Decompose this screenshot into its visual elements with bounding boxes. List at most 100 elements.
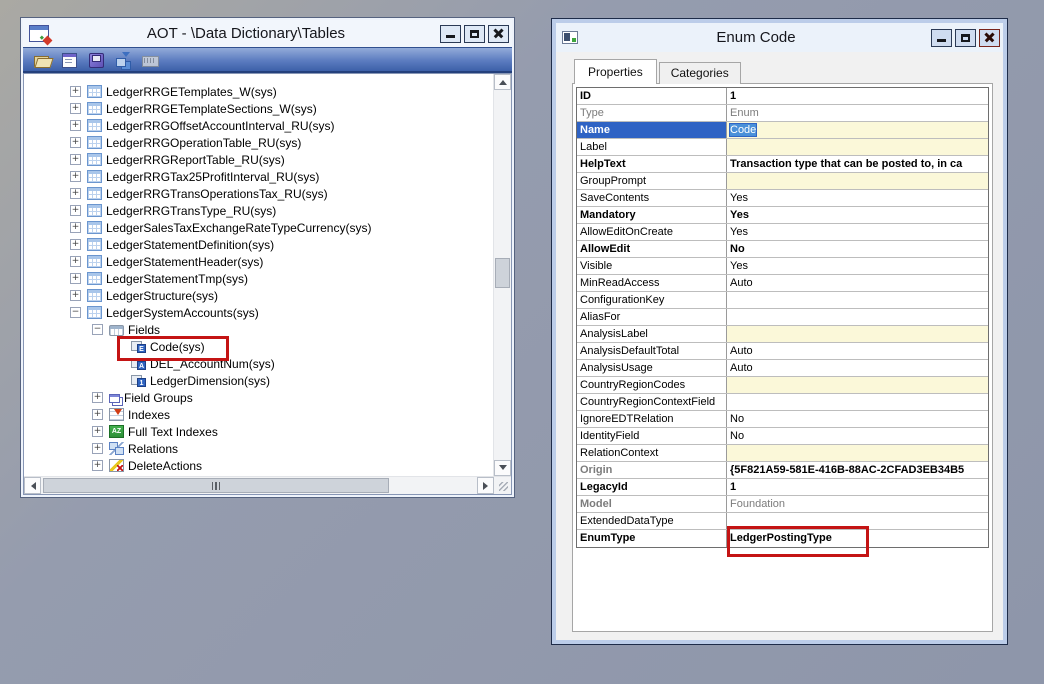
property-name[interactable]: IdentityField <box>577 428 727 444</box>
tree-item[interactable]: LedgerStatementTmp(sys) <box>24 270 493 287</box>
expander-minus-icon[interactable] <box>70 307 81 318</box>
property-row[interactable]: AllowEdit No <box>577 241 988 258</box>
property-name[interactable]: Type <box>577 105 727 121</box>
property-row[interactable]: RelationContext <box>577 445 988 462</box>
property-row[interactable]: IdentityField No <box>577 428 988 445</box>
expander-minus-icon[interactable] <box>92 324 103 335</box>
expander-plus-icon[interactable] <box>92 409 103 420</box>
property-value[interactable]: Auto <box>727 275 988 291</box>
property-row[interactable]: Name Code <box>577 122 988 139</box>
property-value[interactable]: Auto <box>727 360 988 376</box>
property-row[interactable]: Visible Yes <box>577 258 988 275</box>
tree-item[interactable]: DeleteActions <box>24 457 493 474</box>
property-name[interactable]: AnalysisDefaultTotal <box>577 343 727 359</box>
close-button[interactable] <box>979 29 1000 47</box>
tree-item[interactable]: LedgerRRGOperationTable_RU(sys) <box>24 134 493 151</box>
scroll-up-button[interactable] <box>494 74 511 90</box>
expander-plus-icon[interactable] <box>70 222 81 233</box>
property-value[interactable]: Yes <box>727 190 988 206</box>
tree-item[interactable]: LedgerRRGETemplateSections_W(sys) <box>24 100 493 117</box>
property-value[interactable]: No <box>727 428 988 444</box>
property-row[interactable]: GroupPrompt <box>577 173 988 190</box>
property-row[interactable]: Type Enum <box>577 105 988 122</box>
property-row[interactable]: SaveContents Yes <box>577 190 988 207</box>
property-row[interactable]: HelpText Transaction type that can be po… <box>577 156 988 173</box>
tree-item[interactable]: LedgerStatementDefinition(sys) <box>24 236 493 253</box>
property-name[interactable]: SaveContents <box>577 190 727 206</box>
property-value[interactable] <box>727 394 988 410</box>
property-value[interactable] <box>727 309 988 325</box>
property-name[interactable]: ExtendedDataType <box>577 513 727 529</box>
tree-item[interactable]: LedgerStructure(sys) <box>24 287 493 304</box>
tree-item[interactable]: DEL_AccountNum(sys) <box>24 355 493 372</box>
expander-plus-icon[interactable] <box>70 188 81 199</box>
expander-plus-icon[interactable] <box>70 290 81 301</box>
property-value[interactable]: Yes <box>727 207 988 223</box>
expander-plus-icon[interactable] <box>70 239 81 250</box>
property-row[interactable]: AliasFor <box>577 309 988 326</box>
property-row[interactable]: IgnoreEDTRelation No <box>577 411 988 428</box>
property-row[interactable]: MinReadAccess Auto <box>577 275 988 292</box>
property-row[interactable]: Mandatory Yes <box>577 207 988 224</box>
property-name[interactable]: AllowEdit <box>577 241 727 257</box>
property-value[interactable]: Enum <box>727 105 988 121</box>
maximize-button[interactable] <box>955 29 976 47</box>
property-name[interactable]: AnalysisLabel <box>577 326 727 342</box>
property-row[interactable]: AllowEditOnCreate Yes <box>577 224 988 241</box>
tree-item[interactable]: LedgerRRGReportTable_RU(sys) <box>24 151 493 168</box>
property-name[interactable]: AliasFor <box>577 309 727 325</box>
property-row[interactable]: ConfigurationKey <box>577 292 988 309</box>
expander-plus-icon[interactable] <box>70 205 81 216</box>
property-value[interactable]: Transaction type that can be posted to, … <box>727 156 988 172</box>
expander-plus-icon[interactable] <box>92 426 103 437</box>
property-name[interactable]: AnalysisUsage <box>577 360 727 376</box>
close-button[interactable] <box>488 25 509 43</box>
property-name[interactable]: ID <box>577 88 727 104</box>
property-value[interactable]: No <box>727 411 988 427</box>
property-row[interactable]: Origin {5F821A59-581E-416B-88AC-2CFAD3EB… <box>577 462 988 479</box>
tab-categories[interactable]: Categories <box>659 62 741 84</box>
property-value[interactable] <box>727 139 988 155</box>
window-icon[interactable] <box>60 52 78 68</box>
tree-item[interactable]: LedgerSalesTaxExchangeRateTypeCurrency(s… <box>24 219 493 236</box>
expander-plus-icon[interactable] <box>70 154 81 165</box>
expander-plus-icon[interactable] <box>70 256 81 267</box>
scroll-down-button[interactable] <box>494 460 511 476</box>
property-value[interactable]: 1 <box>727 88 988 104</box>
property-name[interactable]: Visible <box>577 258 727 274</box>
maximize-button[interactable] <box>464 25 485 43</box>
property-value[interactable] <box>727 292 988 308</box>
property-name[interactable]: LegacyId <box>577 479 727 495</box>
tree-item[interactable]: Indexes <box>24 406 493 423</box>
tree-item[interactable]: LedgerStatementHeader(sys) <box>24 253 493 270</box>
property-name[interactable]: Label <box>577 139 727 155</box>
tab-properties[interactable]: Properties <box>574 59 657 84</box>
tree-item[interactable]: LedgerRRGTax25ProfitInterval_RU(sys) <box>24 168 493 185</box>
property-value[interactable] <box>727 377 988 393</box>
tree-item[interactable]: LedgerSystemAccounts(sys) <box>24 304 493 321</box>
property-row[interactable]: EnumType LedgerPostingType <box>577 530 988 547</box>
property-name[interactable]: Origin <box>577 462 727 478</box>
resize-grip[interactable] <box>494 477 511 494</box>
property-value[interactable]: No <box>727 241 988 257</box>
tree-item[interactable]: Methods <box>24 474 493 476</box>
tree-item[interactable]: LedgerRRGOffsetAccountInterval_RU(sys) <box>24 117 493 134</box>
property-value[interactable]: Foundation <box>727 496 988 512</box>
aot-titlebar[interactable]: AOT - \Data Dictionary\Tables <box>23 20 512 47</box>
property-name[interactable]: ConfigurationKey <box>577 292 727 308</box>
expander-plus-icon[interactable] <box>70 273 81 284</box>
minimize-button[interactable] <box>440 25 461 43</box>
property-name[interactable]: RelationContext <box>577 445 727 461</box>
property-value[interactable]: Yes <box>727 224 988 240</box>
vertical-scroll-thumb[interactable] <box>495 258 510 288</box>
property-name[interactable]: MinReadAccess <box>577 275 727 291</box>
property-value[interactable]: Auto <box>727 343 988 359</box>
enum-titlebar[interactable]: Enum Code <box>556 23 1003 52</box>
tree-item[interactable]: LedgerRRGTransType_RU(sys) <box>24 202 493 219</box>
property-name[interactable]: IgnoreEDTRelation <box>577 411 727 427</box>
expander-plus-icon[interactable] <box>70 120 81 131</box>
property-name[interactable]: HelpText <box>577 156 727 172</box>
scroll-left-button[interactable] <box>24 477 41 494</box>
property-name[interactable]: Model <box>577 496 727 512</box>
expander-plus-icon[interactable] <box>92 460 103 471</box>
